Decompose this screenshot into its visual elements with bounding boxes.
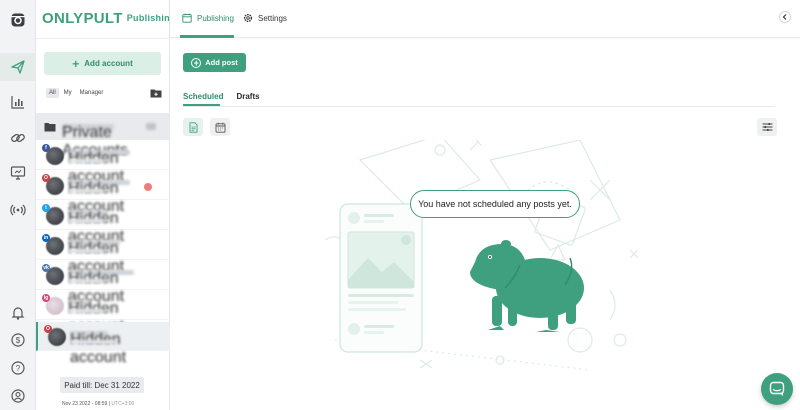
account-meta bbox=[68, 159, 104, 163]
facebook-badge-icon: f bbox=[42, 144, 50, 152]
main-content: Publishing Settings + Add post Scheduled… bbox=[170, 0, 800, 410]
account-meta bbox=[68, 219, 104, 223]
account-meta bbox=[68, 309, 104, 313]
active-tab-indicator bbox=[180, 35, 234, 38]
calendar-icon bbox=[215, 122, 225, 133]
brand-logo: ONLYPULT Publishing bbox=[42, 10, 176, 27]
plus-circle-icon: + bbox=[191, 57, 202, 68]
filter-manager[interactable]: Manager bbox=[77, 88, 107, 98]
account-meta bbox=[68, 279, 104, 283]
icon-rail: $ ? bbox=[0, 0, 36, 410]
account-name: Hidden account bbox=[68, 210, 124, 245]
accounts-panel: ONLYPULT Publishing + Add account All My … bbox=[36, 0, 175, 410]
add-post-label: Add post bbox=[205, 58, 238, 67]
plus-icon: + bbox=[72, 56, 80, 71]
account-meta bbox=[68, 249, 104, 253]
calendar-view-button[interactable] bbox=[210, 118, 230, 136]
tab-drafts[interactable]: Drafts bbox=[236, 92, 259, 101]
account-item[interactable]: ig Hidden account bbox=[36, 291, 170, 335]
account-meta bbox=[70, 340, 116, 344]
account-name: Hidden account bbox=[68, 240, 124, 275]
account-item[interactable]: f Hidden account bbox=[36, 141, 170, 185]
chat-support-button[interactable] bbox=[761, 373, 793, 405]
billing-icon[interactable]: $ bbox=[8, 330, 28, 350]
filter-my[interactable]: My bbox=[61, 88, 75, 98]
analytics-icon[interactable] bbox=[8, 92, 28, 112]
account-group-row[interactable]: Private Accounts bbox=[36, 113, 170, 159]
broadcast-icon[interactable] bbox=[8, 200, 28, 220]
account-item[interactable]: in Hidden account bbox=[36, 231, 170, 275]
tab-publishing-label: Publishing bbox=[197, 13, 234, 23]
paid-till-badge: Paid till: Dec 31 2022 bbox=[60, 377, 144, 393]
account-name: Hidden account bbox=[70, 331, 126, 366]
list-view-button[interactable] bbox=[183, 118, 203, 136]
tab-settings-label: Settings bbox=[258, 13, 287, 23]
app-window: $ ? ONLYPULT Publishing + Add account All… bbox=[0, 0, 800, 410]
add-folder-icon[interactable] bbox=[150, 88, 162, 98]
bell-icon[interactable] bbox=[8, 303, 28, 323]
account-item[interactable]: vk Hidden account bbox=[36, 261, 170, 305]
onlyfans-badge-icon: O bbox=[44, 325, 52, 333]
account-meta bbox=[68, 189, 104, 193]
top-bar: Publishing Settings bbox=[170, 0, 800, 38]
tab-scheduled[interactable]: Scheduled bbox=[183, 92, 223, 101]
timezone: UTC+3:00 bbox=[111, 401, 135, 407]
account-item[interactable]: t Hidden account bbox=[36, 201, 170, 245]
vk-badge-icon: vk bbox=[42, 264, 50, 272]
divider bbox=[183, 106, 775, 107]
instagram-logo-icon[interactable] bbox=[8, 10, 28, 30]
brand-section: Publishing bbox=[126, 13, 176, 23]
filter-settings-button[interactable] bbox=[757, 118, 777, 136]
gear-icon bbox=[243, 13, 253, 23]
account-name: Hidden account bbox=[68, 150, 130, 185]
svg-text:?: ? bbox=[16, 364, 21, 373]
account-name: Hidden account bbox=[68, 300, 124, 335]
account-item[interactable]: O Hidden account bbox=[36, 171, 170, 215]
help-icon[interactable]: ? bbox=[8, 358, 28, 378]
calendar-icon bbox=[182, 13, 192, 23]
account-filter-tabs: All My Manager bbox=[46, 88, 106, 98]
folder-icon bbox=[44, 122, 56, 131]
twitter-badge-icon: t bbox=[42, 204, 50, 212]
linkedin-badge-icon: in bbox=[42, 234, 50, 242]
datetime-value: Nov 23 2022 - 08:59 bbox=[62, 401, 108, 407]
alert-dot bbox=[144, 183, 152, 191]
send-icon bbox=[11, 60, 25, 74]
account-name: Hidden account bbox=[68, 180, 130, 215]
svg-text:$: $ bbox=[16, 336, 21, 345]
empty-state-illustration bbox=[324, 140, 639, 371]
tab-settings[interactable]: Settings bbox=[243, 13, 287, 23]
monitor-icon[interactable] bbox=[8, 163, 28, 183]
onlyfans-badge-icon: O bbox=[42, 174, 50, 182]
tab-publishing[interactable]: Publishing bbox=[182, 13, 234, 23]
link-icon[interactable] bbox=[8, 128, 28, 148]
account-name: Hidden account bbox=[68, 270, 134, 305]
empty-state-message: You have not scheduled any posts yet. bbox=[410, 190, 580, 218]
brand-name: ONLYPULT bbox=[42, 10, 123, 27]
current-datetime: Nov 23 2022 - 08:59 | UTC+3:00 bbox=[62, 401, 135, 407]
add-post-button[interactable]: + Add post bbox=[183, 53, 246, 72]
group-name: Private Accounts bbox=[62, 123, 128, 159]
add-account-button[interactable]: + Add account bbox=[44, 52, 161, 75]
sliders-icon bbox=[762, 123, 772, 131]
document-icon bbox=[189, 121, 197, 133]
chat-icon bbox=[769, 381, 785, 396]
collapse-panel-icon[interactable] bbox=[779, 11, 791, 23]
group-count bbox=[146, 123, 156, 130]
filter-all[interactable]: All bbox=[46, 88, 59, 98]
post-tabs: Scheduled Drafts bbox=[183, 92, 260, 101]
add-account-label: Add account bbox=[84, 59, 133, 68]
publishing-nav-item[interactable] bbox=[0, 53, 36, 81]
divider bbox=[36, 38, 170, 39]
account-item-selected[interactable]: O Hidden account bbox=[36, 322, 170, 366]
profile-icon[interactable] bbox=[8, 386, 28, 406]
instagram-badge-icon: ig bbox=[42, 294, 50, 302]
